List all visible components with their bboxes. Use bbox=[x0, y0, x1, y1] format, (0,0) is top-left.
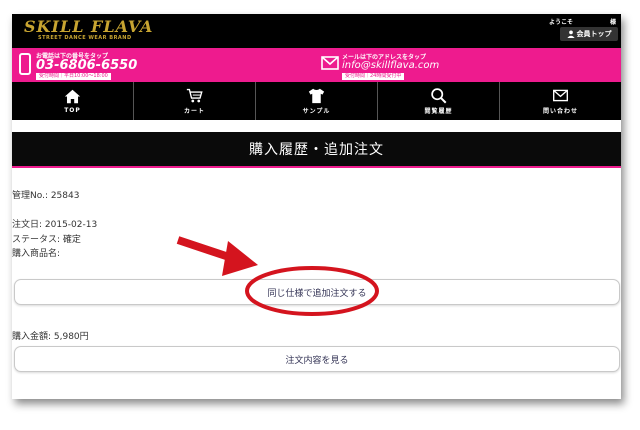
top-header: SKILL FLAVA STREET DANCE WEAR BRAND ようこそ… bbox=[12, 14, 621, 48]
tel-number-link[interactable]: 03-6806-6550 bbox=[36, 58, 137, 73]
purchase-amount: 購入金額: 5,980円 bbox=[12, 332, 89, 342]
tel-hours: 受付時間｜平日10:00〜18:00 bbox=[36, 73, 111, 80]
tshirt-icon bbox=[308, 88, 325, 104]
reorder-button[interactable]: 同じ仕様で追加注文する bbox=[14, 279, 620, 305]
nav-label-sample: サンプル bbox=[302, 108, 331, 115]
product-name: 購入商品名: bbox=[12, 249, 61, 259]
nav-item-history[interactable]: 閲覧履歴 bbox=[378, 82, 500, 120]
nav-item-contact[interactable]: 問い合わせ bbox=[500, 82, 621, 120]
contact-bar: お電話は下の番号をタップ 03-6806-6550 受付時間｜平日10:00〜1… bbox=[12, 48, 621, 82]
management-number: 管理No.: 25843 bbox=[12, 191, 80, 201]
page-title: 購入履歴・追加注文 bbox=[12, 132, 621, 168]
search-icon bbox=[431, 88, 447, 104]
order-status: ステータス: 確定 bbox=[12, 235, 81, 245]
welcome-text: ようこそ bbox=[549, 19, 574, 26]
main-nav: TOP カート サンプル 閲覧履歴 問い合わせ bbox=[12, 82, 621, 120]
site-logo[interactable]: SKILL FLAVA bbox=[24, 17, 153, 36]
view-order-button[interactable]: 注文内容を見る bbox=[14, 346, 620, 372]
nav-label-cart: カート bbox=[183, 108, 205, 115]
nav-item-sample[interactable]: サンプル bbox=[256, 82, 378, 120]
member-top-label: 会員トップ bbox=[576, 30, 612, 38]
mail-address-link[interactable]: info@skillflava.com bbox=[342, 60, 439, 71]
mail-hours: 受付時間｜24時間受付中 bbox=[342, 73, 405, 80]
envelope-icon bbox=[321, 56, 339, 70]
order-date: 注文日: 2015-02-13 bbox=[12, 220, 98, 230]
nav-label-top: TOP bbox=[64, 107, 81, 114]
user-icon bbox=[566, 30, 575, 38]
browser-viewport: SKILL FLAVA STREET DANCE WEAR BRAND ようこそ… bbox=[12, 14, 621, 399]
nav-label-contact: 問い合わせ bbox=[542, 108, 578, 115]
home-icon bbox=[64, 89, 81, 104]
nav-label-history: 閲覧履歴 bbox=[424, 108, 453, 115]
welcome-suffix: 様 bbox=[610, 19, 617, 26]
phone-icon bbox=[19, 53, 31, 75]
member-top-button[interactable]: 会員トップ bbox=[560, 27, 618, 41]
nav-item-top[interactable]: TOP bbox=[12, 82, 134, 120]
nav-item-cart[interactable]: カート bbox=[134, 82, 256, 120]
mail-icon bbox=[553, 89, 568, 102]
logo-tagline: STREET DANCE WEAR BRAND bbox=[38, 35, 132, 41]
cart-icon bbox=[186, 88, 203, 103]
